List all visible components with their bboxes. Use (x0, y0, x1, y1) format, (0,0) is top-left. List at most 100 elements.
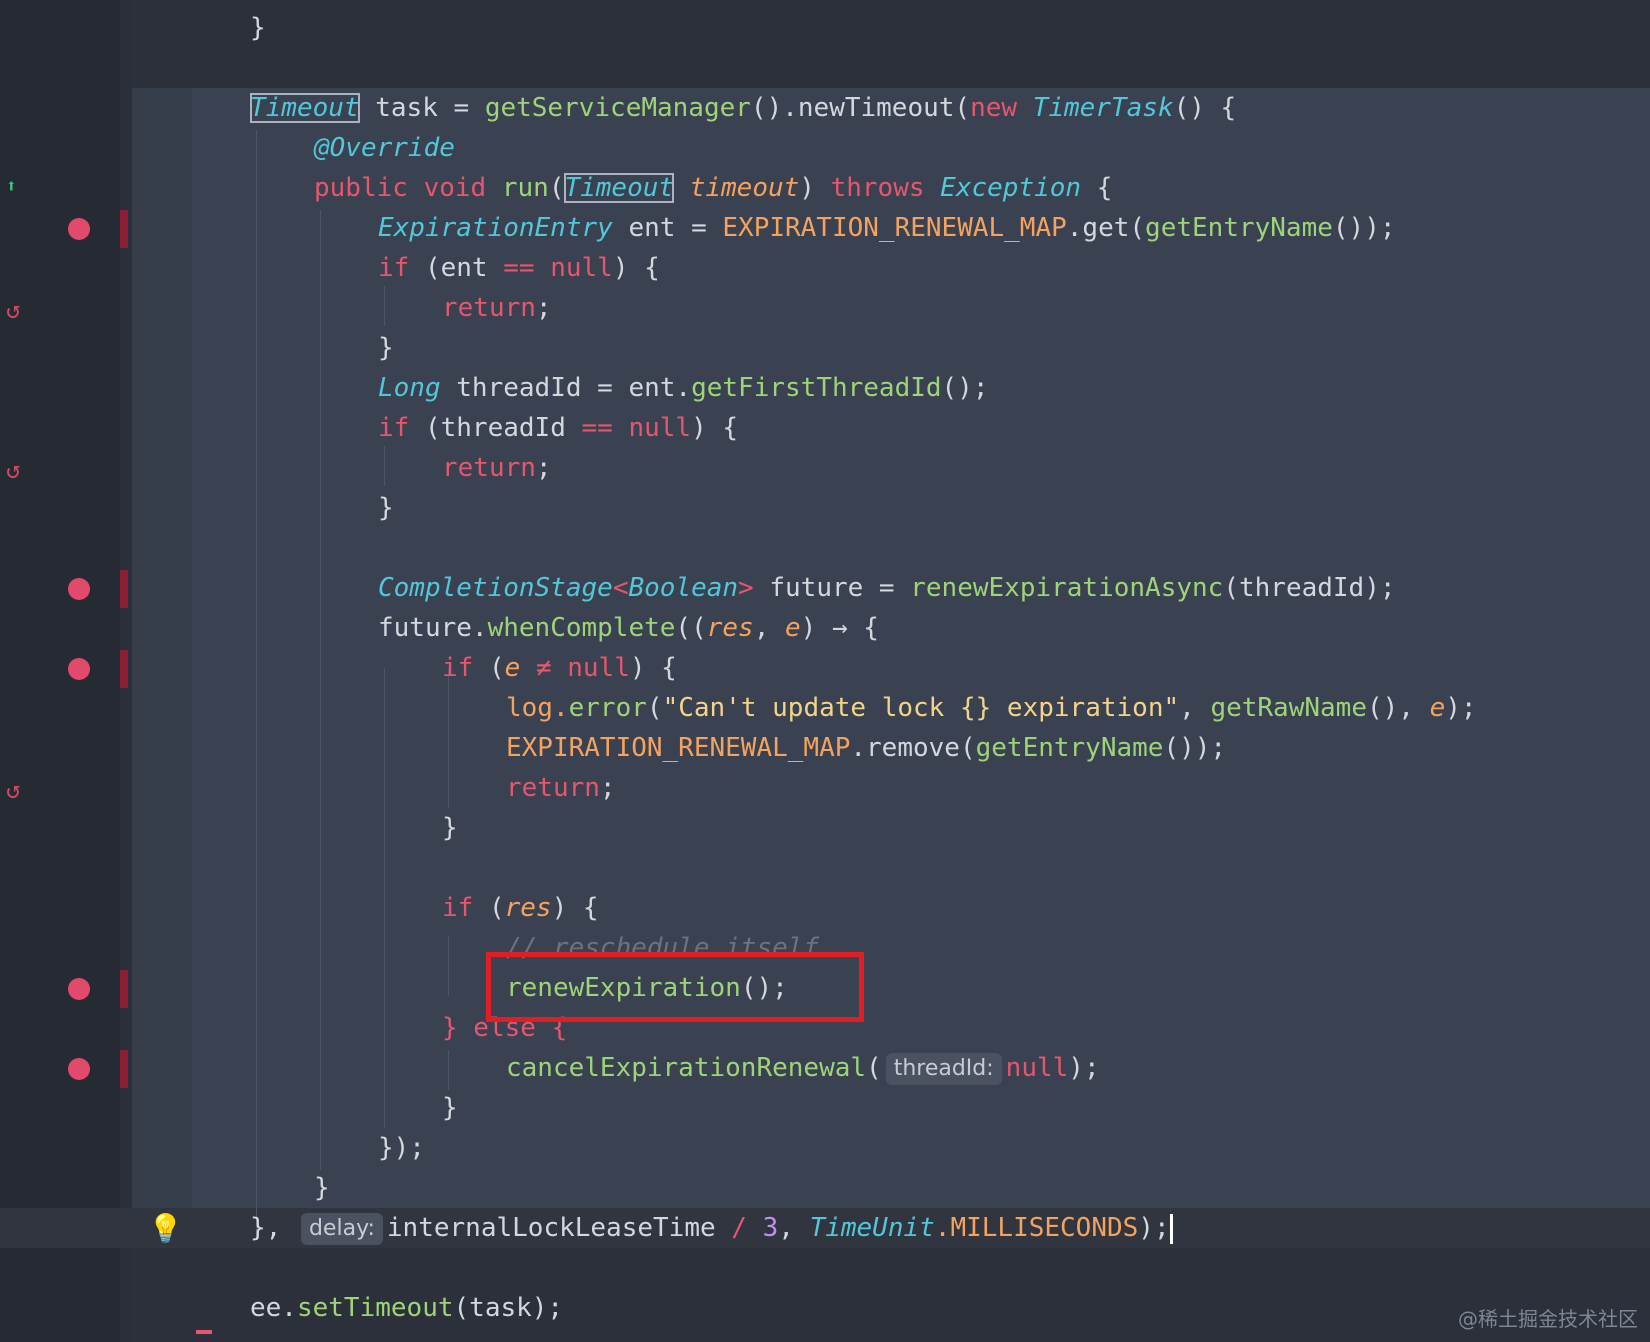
code-token: ent = (612, 213, 723, 243)
code-line[interactable]: ee.setTimeout(task); (250, 1288, 563, 1328)
code-line[interactable]: } (378, 328, 394, 368)
code-line[interactable]: Long threadId = ent.getFirstThreadId(); (378, 368, 989, 408)
code-token: (); (941, 373, 989, 403)
code-line[interactable]: if (e ≠ null) { (442, 648, 677, 688)
lightbulb-icon[interactable]: 💡 (148, 1212, 183, 1245)
code-token: ee. (250, 1293, 297, 1323)
indent-guide (448, 936, 449, 996)
string-token: "Can't update lock {} expiration" (662, 693, 1180, 723)
override-arrow-up-icon[interactable]: ⬆ (6, 176, 17, 197)
breakpoint-line-marker (120, 1050, 128, 1088)
breakpoint-dot-icon[interactable] (68, 1058, 90, 1080)
keyword-token: return (506, 773, 600, 803)
code-token: }, (250, 1213, 282, 1243)
code-token: .remove( (850, 733, 976, 763)
breakpoint-line-marker (120, 970, 128, 1008)
indent-guide (448, 668, 449, 808)
code-line-current[interactable]: }, delay: internalLockLeaseTime / 3, Time… (250, 1208, 1173, 1248)
keyword-token: new (970, 93, 1033, 123)
code-token: } (378, 333, 394, 363)
indent-guide (384, 668, 385, 1128)
method-token: whenComplete (487, 613, 676, 643)
keyword-token: null (550, 253, 613, 283)
method-token: renewExpirationAsync (910, 573, 1224, 603)
code-line[interactable]: return; (442, 288, 552, 328)
annotation-highlight-box (486, 952, 864, 1022)
indent-guide (448, 1050, 449, 1090)
code-line[interactable]: public void run(Timeout timeout) throws … (314, 168, 1112, 208)
type-token: ExpirationEntry (378, 213, 613, 243)
code-line[interactable]: ExpirationEntry ent = EXPIRATION_RENEWAL… (378, 208, 1396, 248)
code-token: ); (1068, 1053, 1100, 1083)
method-token: getEntryName (975, 733, 1164, 763)
code-line[interactable]: } (442, 808, 458, 848)
code-token: future = (753, 573, 911, 603)
operator-token: < (612, 573, 629, 603)
code-line[interactable]: } (378, 488, 394, 528)
code-token: } (378, 493, 394, 523)
method-token: getRawName (1210, 693, 1367, 723)
code-token: ); (1445, 693, 1477, 723)
param-token: res (504, 893, 552, 923)
code-token: ) → { (800, 613, 879, 643)
code-line[interactable]: } (442, 1088, 458, 1128)
type-token: CompletionStage (378, 573, 613, 603)
breakpoint-dot-icon[interactable] (68, 978, 90, 1000)
code-line[interactable]: future.whenComplete((res, e) → { (378, 608, 879, 648)
breakpoint-line-marker (120, 570, 128, 608)
keyword-token: public void (314, 173, 502, 203)
param-token: res (706, 613, 754, 643)
annotation-token: @Override (314, 133, 455, 163)
type-token: TimeUnit (809, 1213, 935, 1243)
code-line[interactable]: if (res) { (442, 888, 599, 928)
code-token: } (442, 813, 458, 843)
code-token: (task); (453, 1293, 564, 1323)
operator-token: > (738, 573, 754, 603)
recursive-call-icon[interactable]: ↺ (6, 456, 20, 484)
type-token: Boolean (628, 573, 739, 603)
code-line[interactable]: if (ent == null) { (378, 248, 660, 288)
code-token: } (442, 1093, 458, 1123)
method-token: getEntryName (1145, 213, 1333, 243)
constant-token: EXPIRATION_RENEWAL_MAP (506, 733, 851, 763)
code-token: ) { (612, 253, 660, 283)
keyword-token: null (567, 653, 630, 683)
keyword-token: throws (830, 173, 941, 203)
code-line[interactable]: @Override (314, 128, 455, 168)
recursive-call-icon[interactable]: ↺ (6, 296, 20, 324)
code-token: ()); (1332, 213, 1396, 243)
code-line[interactable]: return; (442, 448, 552, 488)
code-token: () { (1173, 93, 1237, 123)
code-token: , (753, 613, 786, 643)
code-line[interactable]: } (314, 1168, 330, 1208)
code-token: ; (535, 293, 552, 323)
line-gutter[interactable] (0, 0, 120, 1342)
code-token: (threadId (409, 413, 582, 443)
code-token: ); (1138, 1213, 1170, 1243)
code-editor[interactable]: ⬆ ↺ ↺ ↺ } Timeout task = getServiceManag… (0, 0, 1650, 1342)
code-token: ; (599, 773, 616, 803)
type-token: Exception (940, 173, 1082, 203)
keyword-token: if (442, 653, 474, 683)
operator-token: == (503, 253, 535, 283)
code-line[interactable]: log.error("Can't update lock {} expirati… (506, 688, 1477, 728)
indent-guide (384, 286, 385, 326)
code-line[interactable]: CompletionStage<Boolean> future = renewE… (378, 568, 1396, 608)
code-line[interactable]: } (250, 8, 266, 48)
code-line[interactable]: if (threadId == null) { (378, 408, 738, 448)
code-token: { (1096, 173, 1113, 203)
keyword-token: return (442, 293, 536, 323)
code-line[interactable]: return; (506, 768, 616, 808)
code-line[interactable]: EXPIRATION_RENEWAL_MAP.remove(getEntryNa… (506, 728, 1226, 768)
breakpoint-dot-icon[interactable] (68, 658, 90, 680)
code-line[interactable]: Timeout task = getServiceManager();().ne… (250, 88, 1236, 128)
breakpoint-dot-icon[interactable] (68, 218, 90, 240)
code-token: (threadId); (1223, 573, 1396, 603)
operator-token: / (731, 1213, 747, 1243)
breakpoint-dot-icon[interactable] (68, 578, 90, 600)
code-token: (), (1366, 693, 1430, 723)
constant-token: log. (506, 693, 569, 723)
code-line[interactable]: cancelExpirationRenewal(threadId: null); (506, 1048, 1100, 1088)
code-line[interactable]: }); (378, 1128, 425, 1168)
recursive-call-icon[interactable]: ↺ (6, 776, 20, 804)
